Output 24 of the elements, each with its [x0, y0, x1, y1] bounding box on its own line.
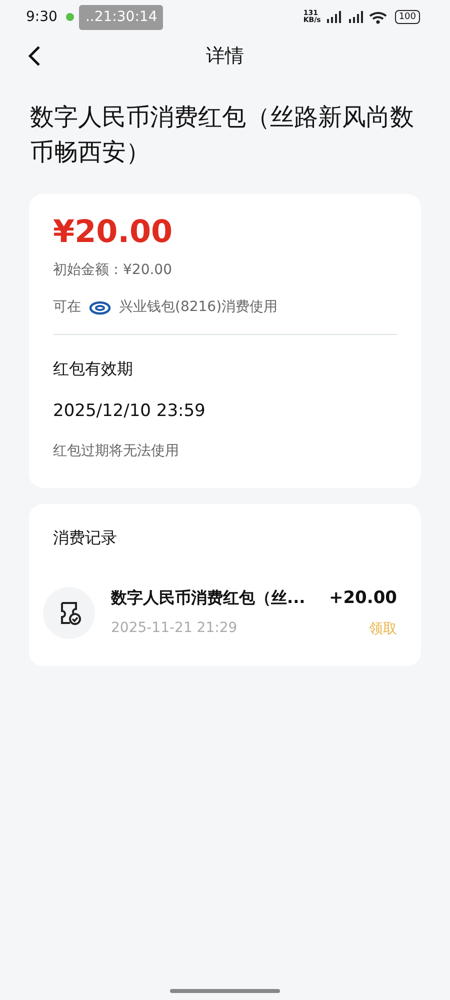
signal-icon [346, 11, 365, 23]
validity-label: 红包有效期 [53, 358, 134, 380]
back-icon[interactable] [27, 45, 41, 67]
balance-amount: ¥20.00 [53, 213, 174, 252]
app-notification-icon [65, 12, 76, 22]
record-type: 领取 [368, 620, 397, 639]
bank-logo-icon [89, 300, 111, 314]
signal-icon [324, 11, 343, 23]
section-title: 消费记录 [53, 526, 118, 548]
usable-label: 可在 [53, 298, 81, 317]
wifi-icon [368, 10, 387, 24]
page-heading: 数字人民币消费红包（丝路新风尚数币畅西安） [29, 102, 415, 168]
record-name: 数字人民币消费红包（丝... [111, 587, 306, 610]
wallet-name: 兴业钱包(8216)消费使用 [119, 298, 278, 317]
record-time: 2025-11-21 21:29 [111, 619, 238, 638]
initial-amount: 初始金额：¥20.00 [53, 261, 173, 280]
page-title: 详情 [206, 44, 244, 69]
battery-indicator: 100 [394, 10, 420, 24]
validity-date: 2025/12/10 23:59 [53, 400, 206, 423]
record-item[interactable]: 数字人民币消费红包（丝... 2025-11-21 21:29 +20.00 领取 [43, 586, 397, 640]
recording-timer: ..21:30:14 [79, 4, 164, 30]
clock: 9:30 [26, 8, 58, 26]
record-amount: +20.00 [328, 586, 397, 610]
expiry-note: 红包过期将无法使用 [53, 442, 180, 460]
